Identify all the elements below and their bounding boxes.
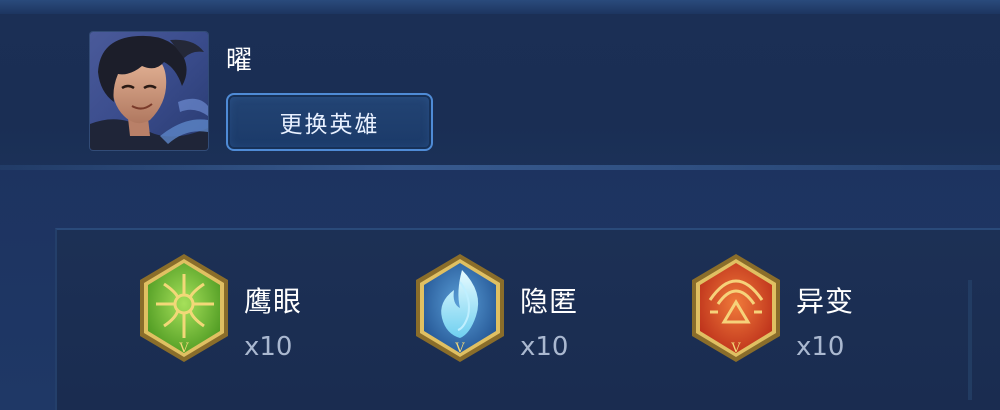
- buff-count: x10: [520, 332, 569, 362]
- panel-scroll-edge: [968, 280, 972, 400]
- svg-text:V: V: [730, 341, 741, 356]
- buff-label: 隐匿: [520, 285, 579, 318]
- mutation-badge-icon: V: [692, 254, 780, 362]
- band-divider: [0, 165, 1000, 170]
- hero-buff-screen: 曜 更换英雄 V 鹰眼 x10 V 隐匿 x10 V 异变 x10: [0, 0, 1000, 410]
- buff-label: 鹰眼: [244, 285, 303, 318]
- hero-name: 曜: [226, 46, 254, 76]
- buff-item-eagle-eye[interactable]: V 鹰眼 x10: [136, 252, 376, 372]
- buff-label: 异变: [796, 285, 855, 318]
- stealth-badge-icon: V: [416, 254, 504, 362]
- hero-avatar[interactable]: [90, 32, 208, 150]
- buff-item-mutation[interactable]: V 异变 x10: [688, 252, 928, 372]
- buff-count: x10: [244, 332, 293, 362]
- buff-count: x10: [796, 332, 845, 362]
- change-hero-button[interactable]: 更换英雄: [226, 93, 433, 151]
- eagle-eye-badge-icon: V: [140, 254, 228, 362]
- svg-text:V: V: [178, 341, 189, 356]
- hero-portrait-image: [90, 32, 208, 150]
- change-hero-button-label: 更换英雄: [279, 112, 380, 138]
- svg-text:V: V: [454, 341, 465, 356]
- buff-item-stealth[interactable]: V 隐匿 x10: [412, 252, 652, 372]
- top-strip: [0, 0, 1000, 14]
